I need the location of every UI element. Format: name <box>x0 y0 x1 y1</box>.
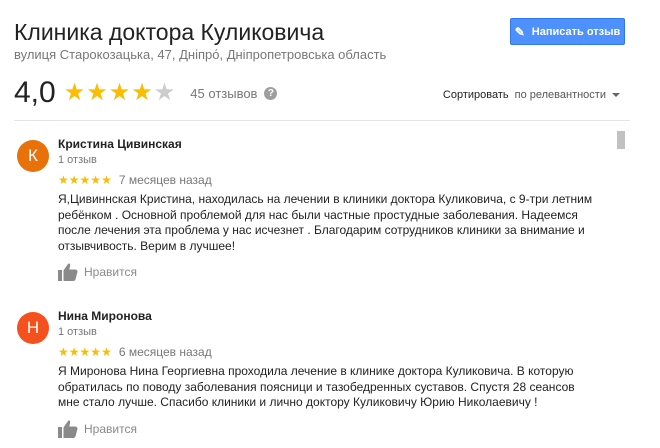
like-label: Нравится <box>84 422 137 436</box>
star-icon: ★ <box>101 345 112 359</box>
pencil-icon: ✎ <box>514 24 525 39</box>
help-icon[interactable]: ? <box>264 86 278 100</box>
thumbs-up-icon <box>58 420 78 438</box>
author-review-count: 1 отзыв <box>58 326 97 338</box>
review-author[interactable]: Кристина Цивинская <box>58 137 182 151</box>
review-stars: ★★★★★ <box>58 174 112 186</box>
rating-stars: ★★★★★ <box>64 81 177 105</box>
review-text: Я,Цивиннская Кристина, находилась на леч… <box>58 192 593 253</box>
scrollbar-thumb[interactable] <box>617 131 625 149</box>
sort-value: по релевантности <box>514 89 606 101</box>
review-meta: ★★★★★ 7 месяцев назад <box>58 173 212 187</box>
chevron-down-icon <box>612 93 620 98</box>
like-button[interactable]: Нравится <box>58 263 137 281</box>
star-icon: ★ <box>68 345 80 359</box>
star-icon: ★ <box>79 345 91 359</box>
sort-label: Сортировать <box>442 89 509 101</box>
sort-dropdown[interactable]: Сортировать по релевантности <box>443 89 620 101</box>
star-icon: ★ <box>90 345 102 359</box>
review-author[interactable]: Нина Миронова <box>58 309 152 323</box>
avatar-initial: К <box>28 146 38 165</box>
thumbs-up-icon <box>58 263 78 281</box>
star-icon: ★ <box>101 173 112 187</box>
avatar[interactable]: Н <box>17 312 49 344</box>
star-empty-icon: ★ <box>153 79 177 106</box>
star-icon: ★ <box>68 173 80 187</box>
author-review-count: 1 отзыв <box>58 154 97 166</box>
write-review-button[interactable]: ✎ Написать отзыв <box>510 18 625 45</box>
like-button[interactable]: Нравится <box>58 420 137 438</box>
star-icon: ★ <box>86 79 109 106</box>
rating-summary: 4,0 ★★★★★ 45 отзывов ? <box>14 76 278 110</box>
avatar-initial: Н <box>26 318 40 337</box>
review-meta: ★★★★★ 6 месяцев назад <box>58 345 212 359</box>
star-icon: ★ <box>63 79 87 106</box>
star-icon: ★ <box>79 173 91 187</box>
star-icon: ★ <box>90 173 102 187</box>
review-card: К Кристина Цивинская 1 отзыв ★★★★★ 7 мес… <box>14 137 604 287</box>
write-review-label: Написать отзыв <box>531 25 621 38</box>
star-icon: ★ <box>58 173 69 187</box>
review-date: 7 месяцев назад <box>118 173 212 187</box>
review-count: 45 отзывов <box>190 85 258 101</box>
review-card: Н Нина Миронова 1 отзыв ★★★★★ 6 месяцев … <box>14 309 604 448</box>
address: вулиця Старокозацька, 47, Дніпро́, Дніпр… <box>14 47 387 62</box>
avatar[interactable]: К <box>17 140 49 172</box>
star-icon: ★ <box>108 79 132 106</box>
review-stars: ★★★★★ <box>58 346 112 358</box>
rating-value: 4,0 <box>14 76 56 109</box>
review-date: 6 месяцев назад <box>118 345 212 359</box>
divider <box>14 120 630 121</box>
like-label: Нравится <box>84 265 137 279</box>
page-title: Клиника доктора Куликовича <box>14 19 325 45</box>
star-icon: ★ <box>58 345 69 359</box>
star-icon: ★ <box>131 79 154 106</box>
review-text: Я Миронова Нина Георгиевна проходила леч… <box>58 364 575 409</box>
